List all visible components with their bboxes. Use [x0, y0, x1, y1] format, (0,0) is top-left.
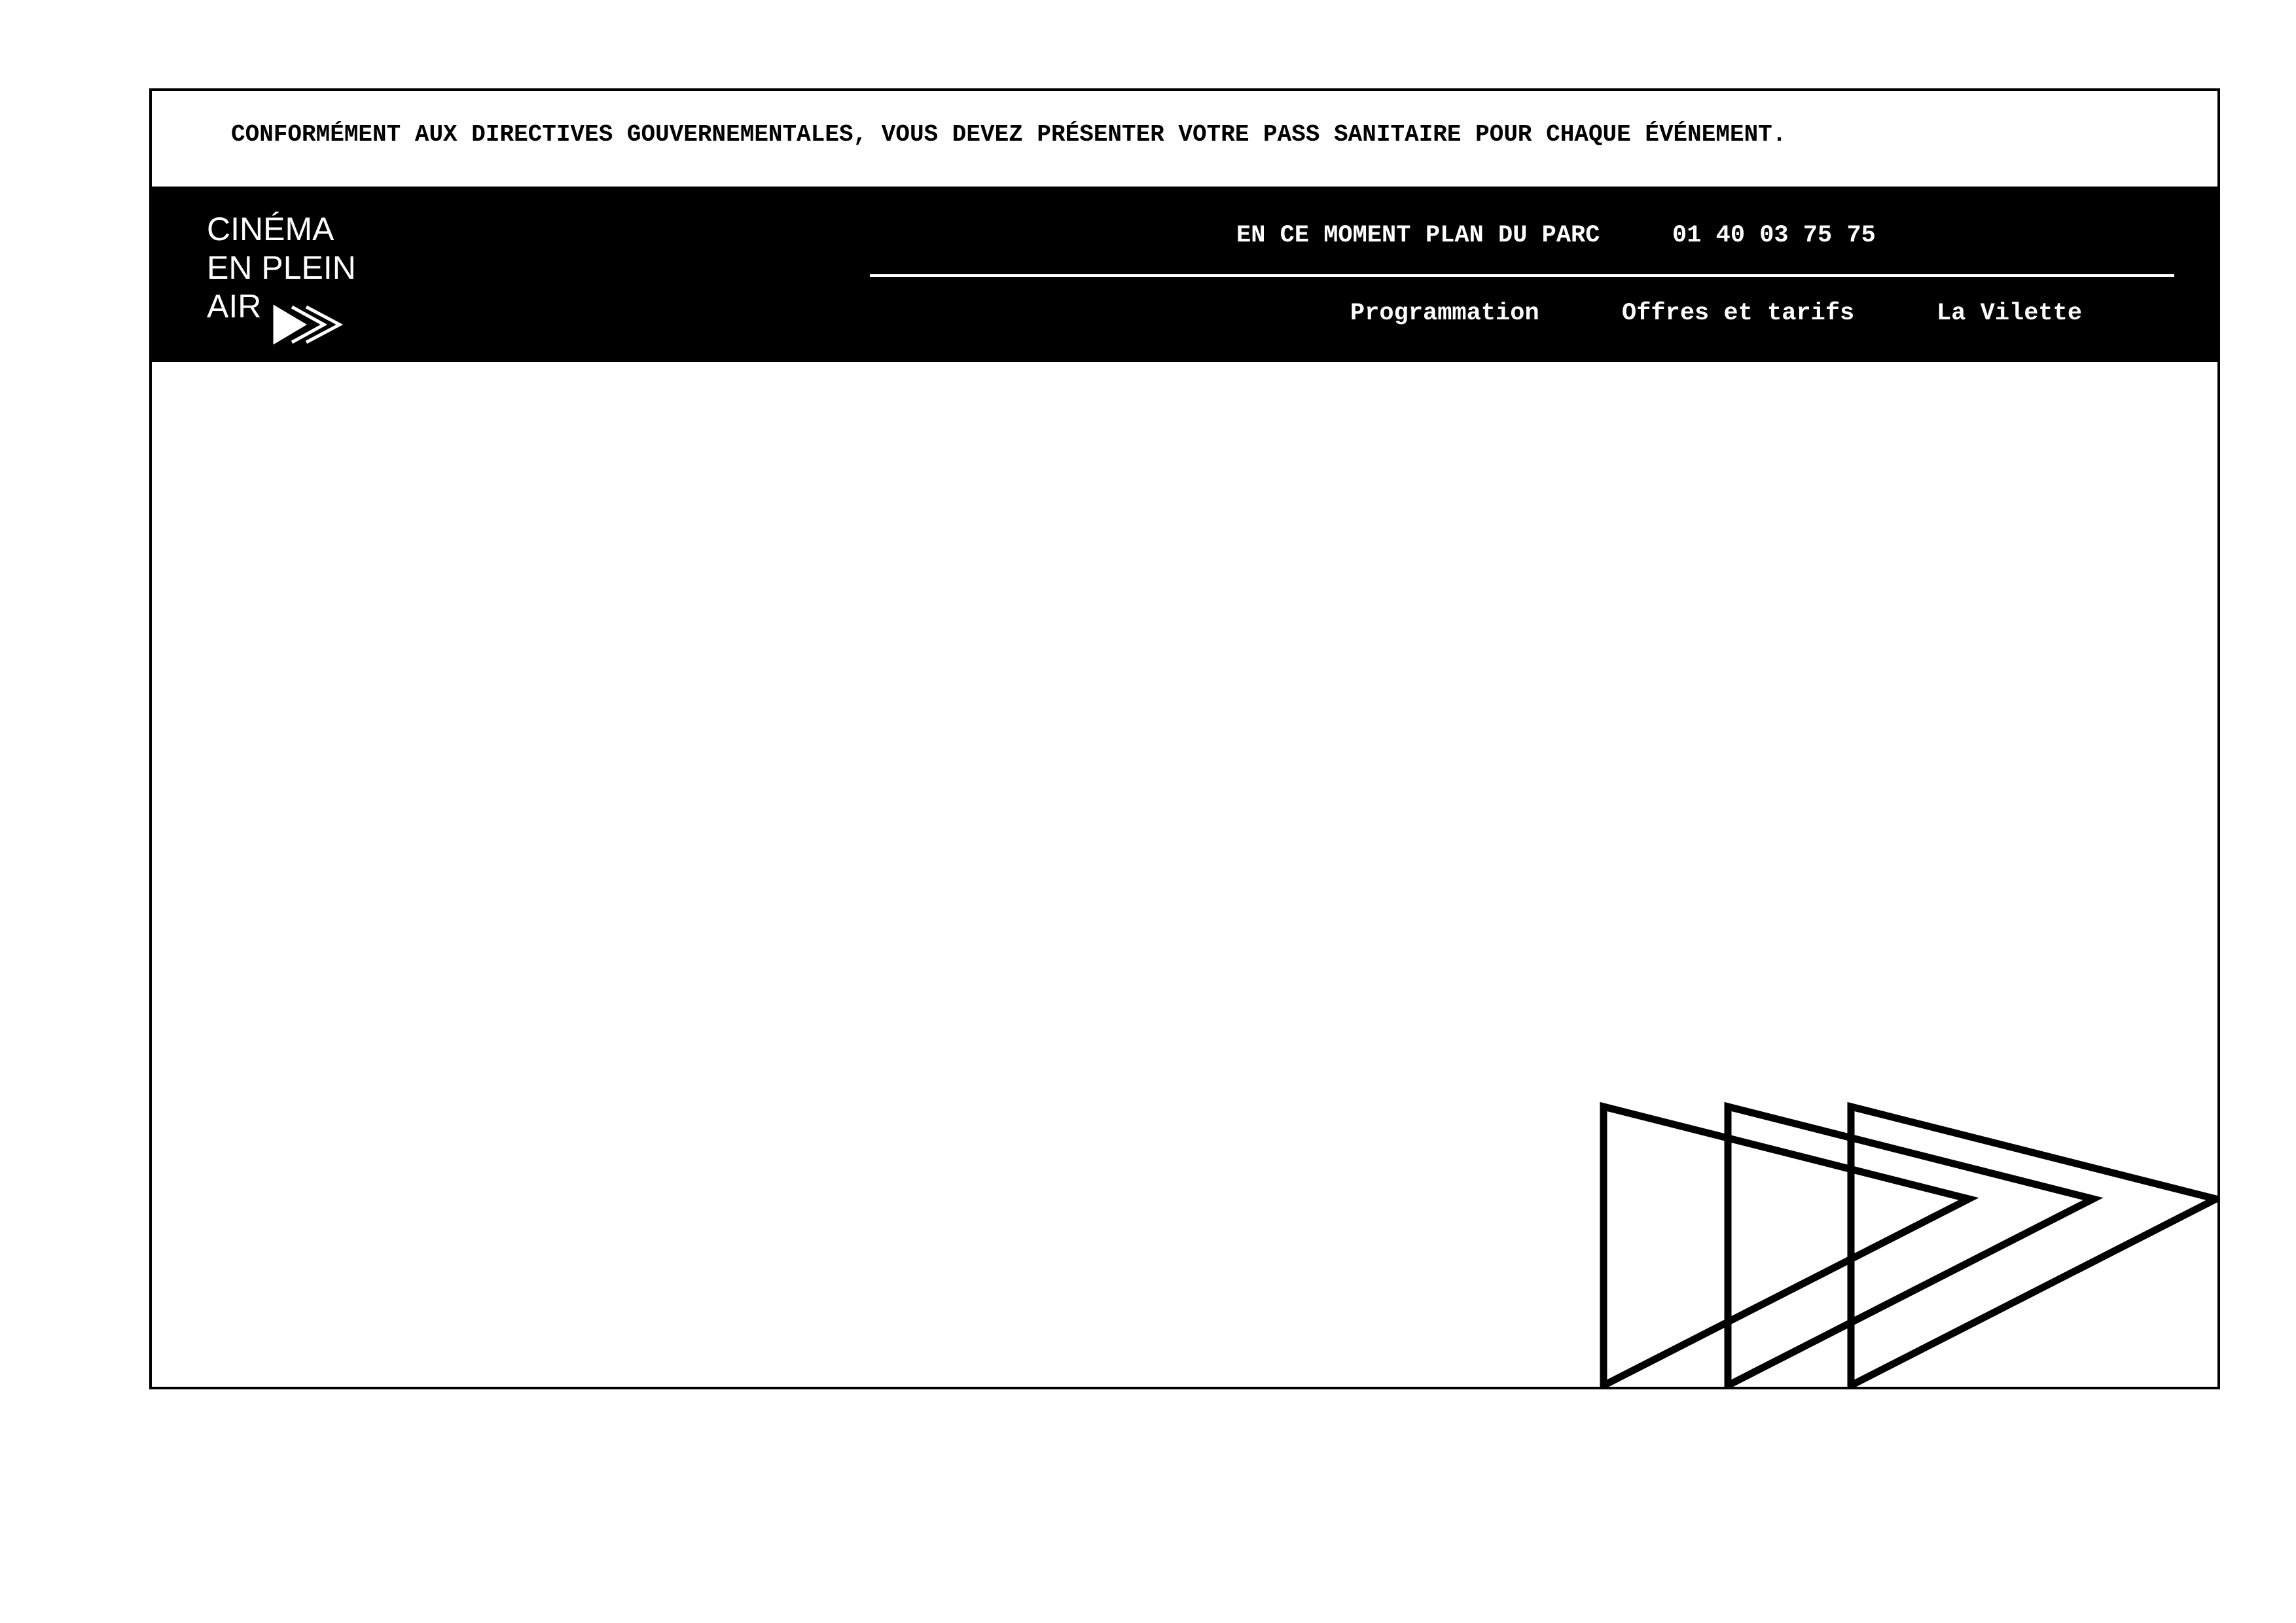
utility-nav: EN CE MOMENT PLAN DU PARC 01 40 03 75 75 [872, 222, 2174, 261]
logo[interactable]: CINÉMA EN PLEIN AIR [207, 210, 377, 345]
triple-play-arrows-icon [273, 304, 343, 345]
triple-triangle-outline-icon [1600, 1101, 2217, 1387]
phone-number[interactable]: 01 40 03 75 75 [1672, 222, 1876, 249]
notice-banner: CONFORMÉMENT AUX DIRECTIVES GOUVERNEMENT… [152, 91, 2217, 187]
nav-plan-du-parc[interactable]: PLAN DU PARC [1426, 222, 1600, 249]
logo-line-2: EN PLEIN [207, 249, 356, 286]
logo-line-1: CINÉMA [207, 211, 334, 247]
notice-text: CONFORMÉMENT AUX DIRECTIVES GOUVERNEMENT… [231, 121, 1787, 148]
nav-la-vilette[interactable]: La Vilette [1937, 300, 2082, 327]
nav-offres-et-tarifs[interactable]: Offres et tarifs [1622, 300, 1854, 327]
page-frame: CONFORMÉMENT AUX DIRECTIVES GOUVERNEMENT… [149, 88, 2220, 1389]
logo-line-3: AIR [207, 288, 262, 325]
nav-programmation[interactable]: Programmation [1350, 300, 1539, 327]
nav-divider [870, 274, 2174, 277]
nav-en-ce-moment[interactable]: EN CE MOMENT [1236, 222, 1410, 249]
site-header: CINÉMA EN PLEIN AIR EN CE MOMENT PLAN DU… [152, 187, 2217, 362]
